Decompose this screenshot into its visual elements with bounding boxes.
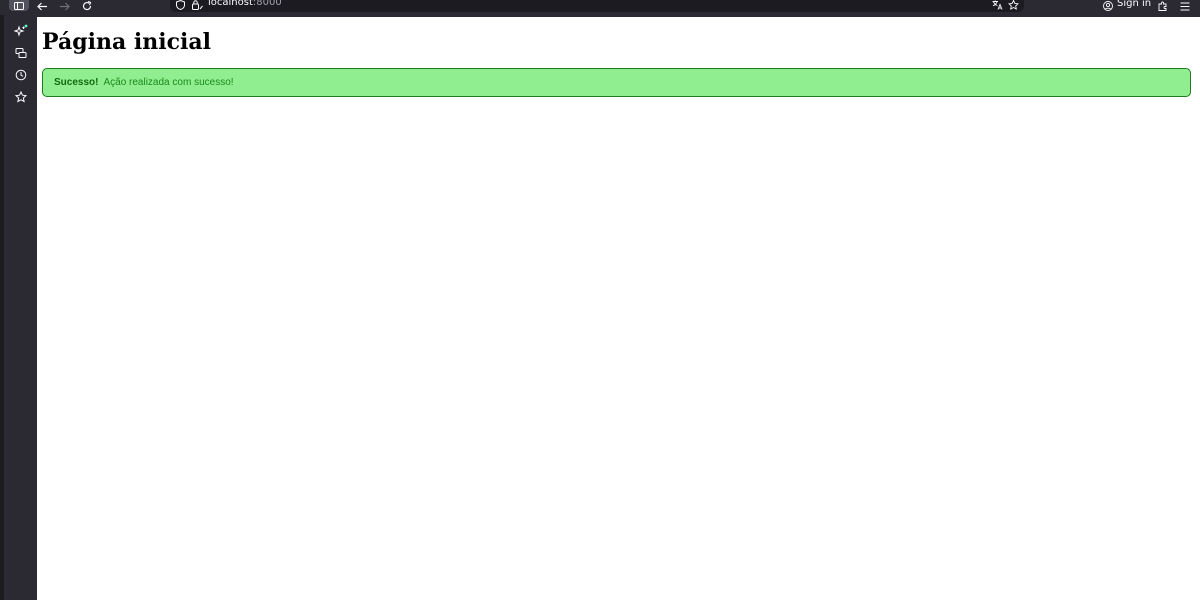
back-button[interactable] (35, 0, 49, 12)
arrow-left-icon (36, 2, 47, 10)
star-icon (15, 91, 27, 103)
puzzle-icon (1158, 1, 1167, 11)
arrow-right-icon (59, 2, 70, 10)
sidebar-edge (0, 15, 4, 600)
shield-icon[interactable] (176, 0, 185, 10)
page-info-icon[interactable] (192, 0, 203, 10)
forward-button[interactable] (57, 0, 71, 12)
extensions-button[interactable] (1156, 0, 1170, 12)
url-port: :8000 (252, 0, 282, 8)
success-alert: Sucesso! Ação realizada com sucesso! (42, 68, 1191, 97)
reload-icon (82, 1, 92, 11)
sidebar-icon (14, 1, 24, 10)
browser-toolbar: localhost:8000 Sign in (0, 0, 1200, 15)
page-title: Página inicial (42, 29, 211, 55)
alert-strong-label: Sucesso! (54, 77, 99, 88)
menu-button[interactable] (1178, 0, 1192, 12)
page-content: Página inicial Sucesso! Ação realizada c… (37, 17, 1200, 600)
history-button[interactable] (14, 68, 28, 82)
synced-tabs-icon (15, 48, 27, 58)
account-icon (1103, 1, 1113, 11)
address-bar[interactable]: localhost:8000 (170, 0, 1024, 12)
clock-icon (15, 69, 27, 81)
synced-tabs-button[interactable] (14, 46, 28, 60)
url-text[interactable]: localhost:8000 (208, 0, 282, 9)
sidebar-rail (0, 15, 37, 600)
sparkle-icon (14, 24, 28, 37)
sidebar-toggle-button[interactable] (9, 0, 29, 11)
ai-chatbot-button[interactable] (14, 24, 28, 38)
bookmark-star-icon[interactable] (1008, 0, 1019, 10)
alert-message: Ação realizada com sucesso! (103, 77, 234, 88)
hamburger-icon (1180, 2, 1190, 10)
sign-in-button[interactable]: Sign in (1103, 0, 1151, 12)
translate-icon[interactable] (992, 0, 1003, 10)
reload-button[interactable] (80, 0, 94, 12)
bookmarks-button[interactable] (14, 90, 28, 104)
url-host: localhost (208, 0, 253, 8)
sign-in-label: Sign in (1117, 0, 1152, 9)
